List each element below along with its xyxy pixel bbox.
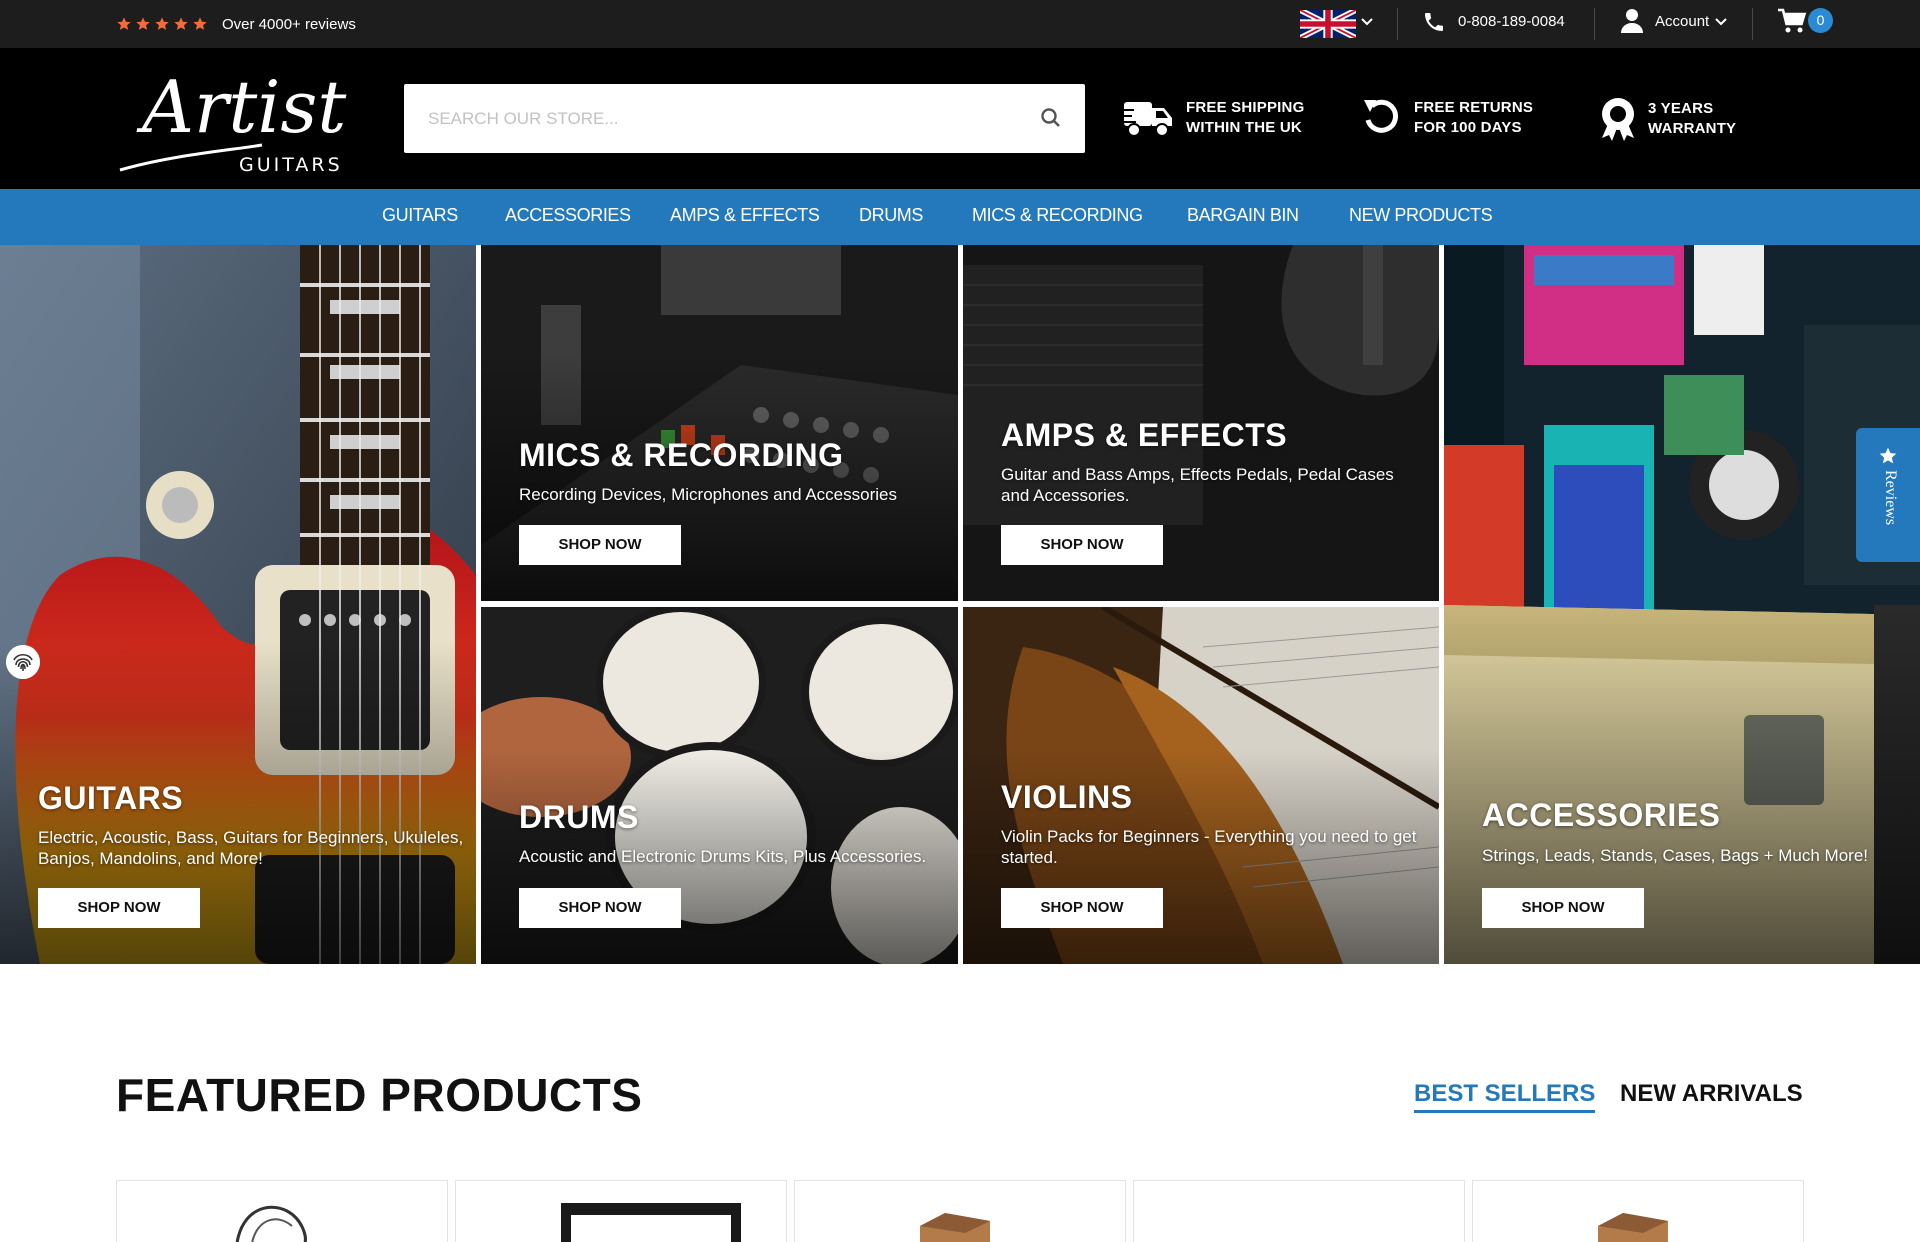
category-tile-amps-effects[interactable]: AMPS & EFFECTS Guitar and Bass Amps, Eff…: [963, 245, 1439, 601]
perk-free-shipping: FREE SHIPPING WITHIN THE UK: [1122, 96, 1304, 140]
product-image: [920, 1213, 990, 1242]
search-input[interactable]: [404, 84, 1004, 153]
star-icon: [117, 17, 131, 30]
product-card[interactable]: [116, 1180, 448, 1242]
cart-count-badge[interactable]: 0: [1808, 8, 1833, 33]
top-bar: Over 4000+ reviews 0-808-189-0084 Accoun…: [0, 0, 1920, 48]
product-image: [235, 1205, 307, 1242]
star-icon: [174, 17, 188, 30]
tile-title: DRUMS: [519, 799, 639, 835]
star-icon: [136, 17, 150, 30]
tab-new-arrivals[interactable]: NEW ARRIVALS: [1620, 1080, 1803, 1108]
reviews-side-tab[interactable]: Reviews: [1856, 428, 1920, 562]
nav-item-guitars[interactable]: GUITARS: [382, 205, 458, 226]
product-card[interactable]: [794, 1180, 1126, 1242]
tile-title: VIOLINS: [1001, 779, 1133, 815]
reviews-link[interactable]: Over 4000+ reviews: [222, 16, 356, 33]
star-icon: [155, 17, 169, 30]
perk-line1: FREE RETURNS: [1414, 99, 1534, 116]
star-icon: [1879, 447, 1897, 464]
divider: [1397, 8, 1398, 40]
category-tile-drums[interactable]: DRUMS Acoustic and Electronic Drums Kits…: [481, 607, 958, 964]
user-icon[interactable]: [1620, 8, 1644, 34]
chevron-down-icon[interactable]: [1360, 15, 1374, 29]
uk-flag-icon[interactable]: [1300, 9, 1356, 39]
category-tile-accessories[interactable]: ACCESSORIES Strings, Leads, Stands, Case…: [1444, 245, 1920, 964]
perk-line2: FOR 100 DAYS: [1414, 119, 1522, 136]
site-header: Artist GUITARS FREE SHIPPING WITHIN THE …: [0, 48, 1920, 189]
truck-icon: [1122, 102, 1172, 137]
search-icon[interactable]: [1037, 104, 1067, 134]
shop-now-button[interactable]: SHOP NOW: [1001, 525, 1163, 565]
product-image: [561, 1203, 741, 1242]
tile-subtitle: Violin Packs for Beginners - Everything …: [1001, 827, 1417, 867]
perk-warranty: 3 YEARS WARRANTY: [1600, 96, 1736, 142]
product-image: [1134, 1181, 1465, 1242]
fingerprint-icon[interactable]: [6, 645, 40, 679]
rating-stars: [116, 16, 208, 32]
award-icon: [1602, 98, 1634, 141]
product-image: [1598, 1213, 1668, 1242]
perk-line2: WARRANTY: [1648, 120, 1737, 137]
tile-subtitle: Strings, Leads, Stands, Cases, Bags + Mu…: [1482, 846, 1868, 865]
phone-link[interactable]: 0-808-189-0084: [1458, 13, 1565, 30]
shop-now-button[interactable]: SHOP NOW: [519, 888, 681, 928]
nav-item-mics-recording[interactable]: MICS & RECORDING: [972, 205, 1143, 226]
nav-item-accessories[interactable]: ACCESSORIES: [505, 205, 631, 226]
category-tile-mics-recording[interactable]: MICS & RECORDING Recording Devices, Micr…: [481, 245, 958, 601]
category-tile-violins[interactable]: VIOLINS Violin Packs for Beginners - Eve…: [963, 607, 1439, 964]
perk-line2: WITHIN THE UK: [1186, 119, 1302, 136]
tile-subtitle: Electric, Acoustic, Bass, Guitars for Be…: [38, 828, 464, 868]
cart-icon[interactable]: [1777, 8, 1807, 34]
product-card[interactable]: [455, 1180, 787, 1242]
logo-sub-text: GUITARS: [239, 154, 343, 175]
nav-item-bargain-bin[interactable]: BARGAIN BIN: [1187, 205, 1299, 226]
tile-title: GUITARS: [38, 780, 184, 816]
return-icon: [1364, 99, 1398, 133]
perk-free-returns: FREE RETURNS FOR 100 DAYS: [1362, 96, 1533, 140]
reviews-tab-label: Reviews: [1882, 470, 1899, 526]
tile-title: ACCESSORIES: [1482, 797, 1721, 833]
star-icon: [193, 17, 207, 30]
account-link[interactable]: Account: [1655, 13, 1709, 30]
tile-subtitle: Acoustic and Electronic Drums Kits, Plus…: [519, 847, 927, 866]
tile-subtitle: Recording Devices, Microphones and Acces…: [519, 485, 897, 504]
featured-products-title: FEATURED PRODUCTS: [116, 1069, 643, 1121]
nav-item-drums[interactable]: DRUMS: [859, 205, 923, 226]
main-nav: GUITARS ACCESSORIES AMPS & EFFECTS DRUMS…: [0, 189, 1920, 245]
shop-now-button[interactable]: SHOP NOW: [519, 525, 681, 565]
perk-line1: FREE SHIPPING: [1186, 99, 1305, 116]
nav-item-amps-effects[interactable]: AMPS & EFFECTS: [670, 205, 820, 226]
phone-icon: [1425, 13, 1443, 31]
artist-guitars-logo[interactable]: Artist GUITARS: [112, 60, 357, 175]
search-box: [404, 84, 1085, 153]
shop-now-button[interactable]: SHOP NOW: [1482, 888, 1644, 928]
shop-now-button[interactable]: SHOP NOW: [38, 888, 200, 928]
product-card[interactable]: [1133, 1180, 1465, 1242]
tile-title: MICS & RECORDING: [519, 437, 844, 473]
logo-script-text: Artist: [136, 65, 347, 149]
tile-subtitle: Guitar and Bass Amps, Effects Pedals, Pe…: [1001, 465, 1394, 505]
tab-best-sellers[interactable]: BEST SELLERS: [1414, 1080, 1596, 1113]
shop-now-button[interactable]: SHOP NOW: [1001, 888, 1163, 928]
chevron-down-icon[interactable]: [1714, 15, 1728, 29]
product-card[interactable]: [1472, 1180, 1804, 1242]
divider: [1594, 8, 1595, 40]
category-tile-guitars[interactable]: GUITARS Electric, Acoustic, Bass, Guitar…: [0, 245, 476, 964]
perk-line1: 3 YEARS: [1648, 100, 1714, 117]
nav-item-new-products[interactable]: NEW PRODUCTS: [1349, 205, 1493, 226]
tile-title: AMPS & EFFECTS: [1001, 417, 1288, 453]
divider: [1752, 8, 1753, 40]
